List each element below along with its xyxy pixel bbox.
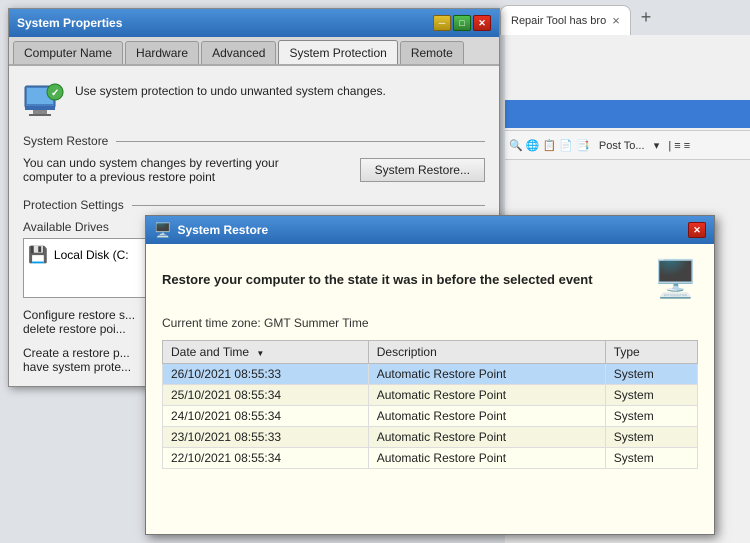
divider-line — [116, 141, 485, 142]
browser-toolbar: 🔍 🌐 📋 📄 📑 Post To... ▾ | ≡ ≡ — [505, 130, 750, 160]
toolbar-icons: 🔍 🌐 📋 📄 📑 Post To... ▾ | ≡ ≡ — [509, 139, 690, 152]
cell-description: Automatic Restore Point — [368, 427, 605, 448]
system-restore-button[interactable]: System Restore... — [360, 158, 485, 182]
sr-computer-icon: 🖥️ — [653, 258, 698, 300]
sp-header-row: ✓ Use system protection to undo unwanted… — [23, 78, 485, 120]
cell-type: System — [605, 448, 697, 469]
restore-point-row[interactable]: 22/10/2021 08:55:34Automatic Restore Poi… — [163, 448, 698, 469]
cell-description: Automatic Restore Point — [368, 406, 605, 427]
system-props-titlebar: System Properties ─ □ ✕ — [9, 9, 499, 37]
tab-computer-name[interactable]: Computer Name — [13, 41, 123, 64]
system-restore-description: You can undo system changes by reverting… — [23, 156, 350, 184]
cell-datetime: 23/10/2021 08:55:33 — [163, 427, 369, 448]
restore-point-row[interactable]: 24/10/2021 08:55:34Automatic Restore Poi… — [163, 406, 698, 427]
cell-description: Automatic Restore Point — [368, 448, 605, 469]
browser-tab-bar: Repair Tool has bro × + — [500, 0, 750, 35]
cell-description: Automatic Restore Point — [368, 385, 605, 406]
sr-close-button[interactable]: ✕ — [688, 222, 706, 238]
system-restore-row: You can undo system changes by reverting… — [23, 156, 485, 184]
cell-datetime: 24/10/2021 08:55:34 — [163, 406, 369, 427]
system-restore-dialog: 🖥️ System Restore ✕ Restore your compute… — [145, 215, 715, 535]
restore-point-row[interactable]: 23/10/2021 08:55:33Automatic Restore Poi… — [163, 427, 698, 448]
maximize-button[interactable]: □ — [453, 15, 471, 31]
cell-type: System — [605, 364, 697, 385]
sr-body: Restore your computer to the state it wa… — [146, 244, 714, 534]
new-tab-button[interactable]: + — [635, 7, 658, 28]
tab-label: Repair Tool has bro — [511, 15, 606, 27]
window-controls: ─ □ ✕ — [433, 15, 491, 31]
col-type[interactable]: Type — [605, 341, 697, 364]
system-props-title: System Properties — [17, 16, 433, 30]
browser-blue-bar — [505, 100, 750, 128]
protection-settings-label: Protection Settings — [23, 198, 124, 212]
sr-title-icon: 🖥️ — [154, 222, 171, 239]
restore-points-table: Date and Time ▼ Description Type 26/10/2… — [162, 340, 698, 469]
sr-bold-description: Restore your computer to the state it wa… — [162, 258, 698, 300]
browser-tab[interactable]: Repair Tool has bro × — [500, 5, 631, 35]
protection-settings-divider: Protection Settings — [23, 198, 485, 212]
cell-description: Automatic Restore Point — [368, 364, 605, 385]
system-restore-section-label: System Restore — [23, 134, 108, 148]
drive-icon: 💾 — [28, 245, 48, 265]
system-restore-divider: System Restore — [23, 134, 485, 148]
tab-hardware[interactable]: Hardware — [125, 41, 199, 64]
tab-advanced[interactable]: Advanced — [201, 41, 276, 64]
svg-text:✓: ✓ — [51, 88, 59, 99]
cell-type: System — [605, 427, 697, 448]
restore-point-row[interactable]: 26/10/2021 08:55:33Automatic Restore Poi… — [163, 364, 698, 385]
close-button[interactable]: ✕ — [473, 15, 491, 31]
sort-arrow-datetime: ▼ — [256, 349, 264, 358]
cell-type: System — [605, 406, 697, 427]
cell-datetime: 22/10/2021 08:55:34 — [163, 448, 369, 469]
sr-titlebar: 🖥️ System Restore ✕ — [146, 216, 714, 244]
restore-point-row[interactable]: 25/10/2021 08:55:34Automatic Restore Poi… — [163, 385, 698, 406]
tab-remote[interactable]: Remote — [400, 41, 464, 64]
tab-strip: Computer Name Hardware Advanced System P… — [9, 37, 499, 66]
col-datetime[interactable]: Date and Time ▼ — [163, 341, 369, 364]
system-protection-icon: ✓ — [23, 78, 65, 120]
sr-timezone-text: Current time zone: GMT Summer Time — [162, 316, 698, 330]
cell-datetime: 25/10/2021 08:55:34 — [163, 385, 369, 406]
sr-dialog-title: System Restore — [177, 223, 688, 237]
col-description[interactable]: Description — [368, 341, 605, 364]
tab-system-protection[interactable]: System Protection — [278, 40, 397, 64]
cell-datetime: 26/10/2021 08:55:33 — [163, 364, 369, 385]
drive-name: Local Disk (C: — [54, 248, 129, 262]
tab-close-button[interactable]: × — [612, 13, 620, 28]
sp-header-description: Use system protection to undo unwanted s… — [75, 78, 386, 98]
divider-line-2 — [132, 205, 485, 206]
cell-type: System — [605, 385, 697, 406]
minimize-button[interactable]: ─ — [433, 15, 451, 31]
